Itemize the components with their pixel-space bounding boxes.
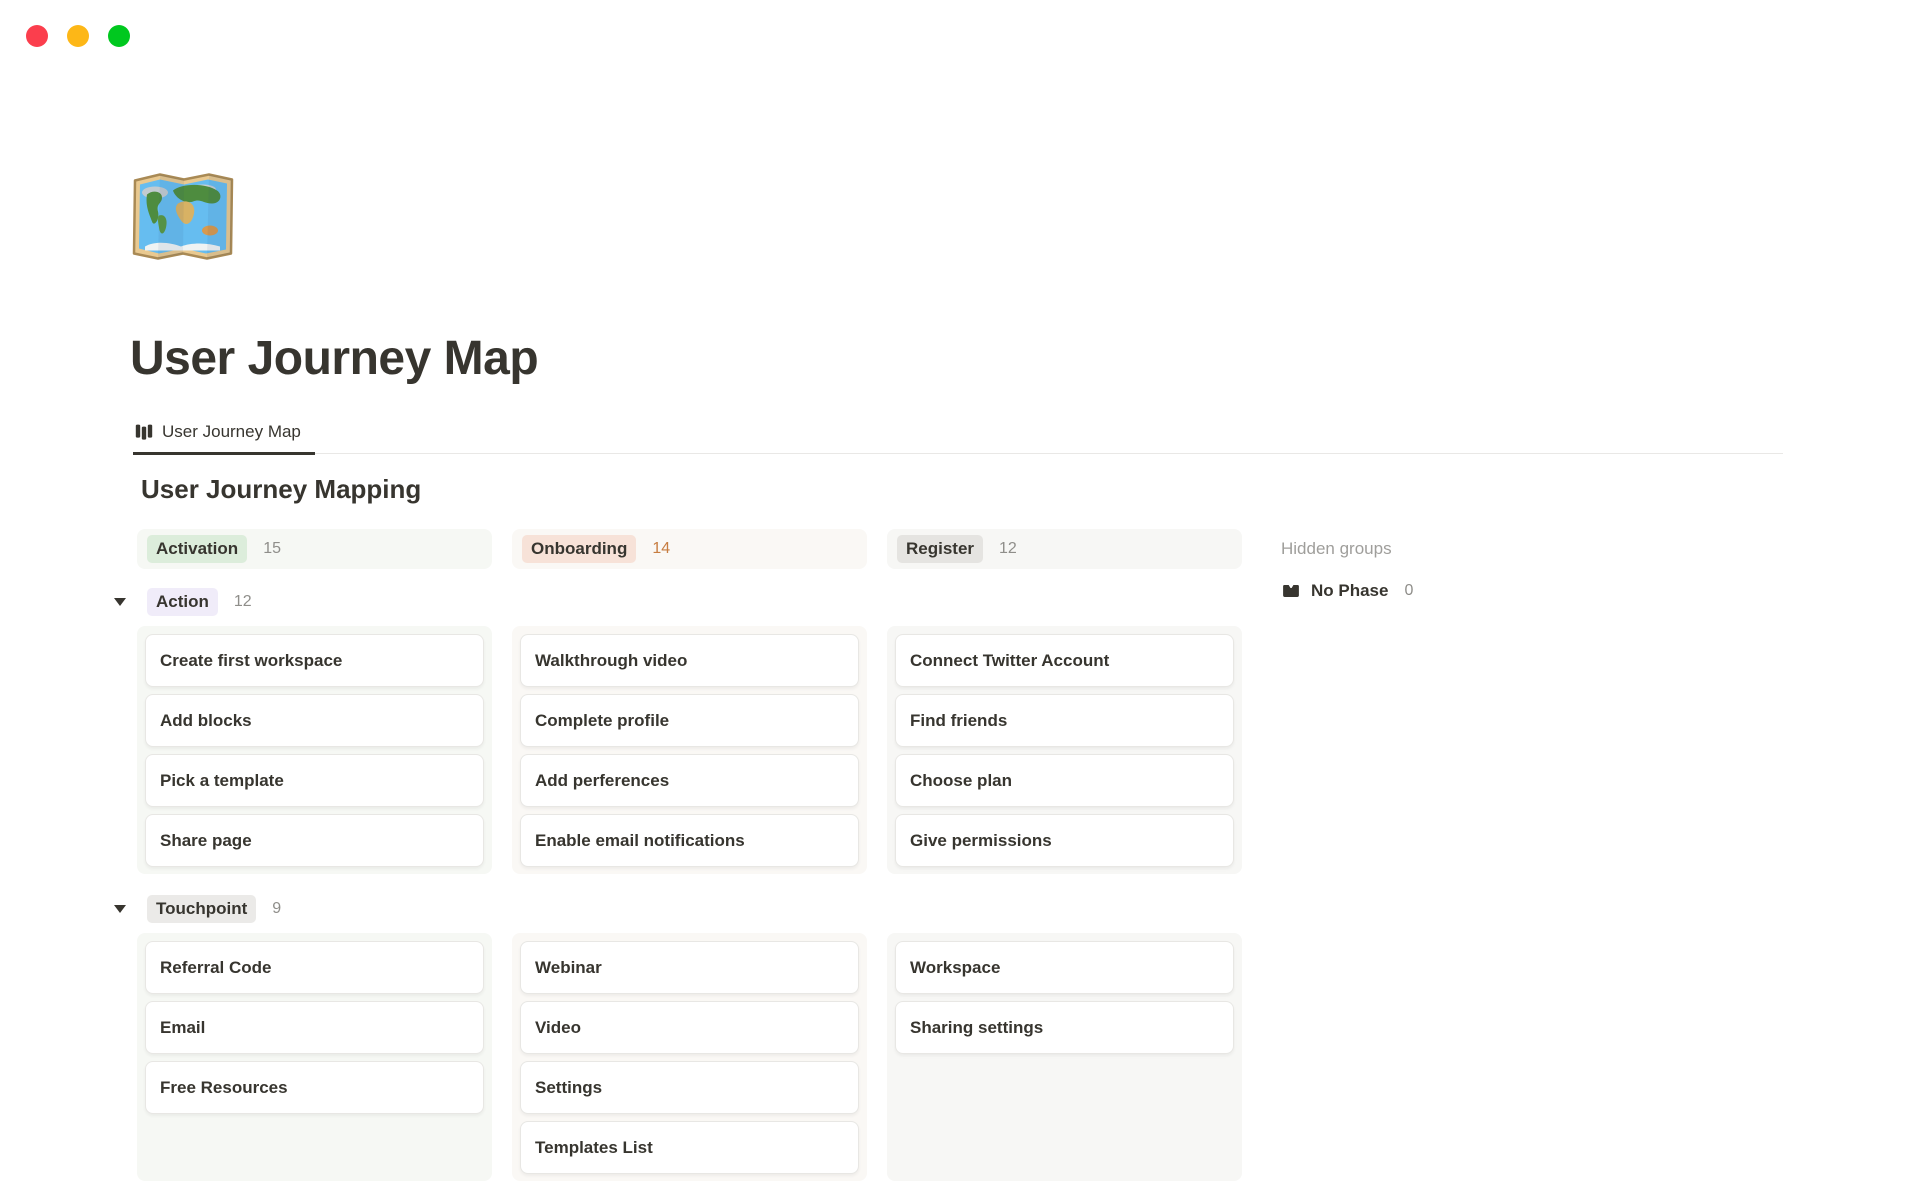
column-header-activation: Activation 15 bbox=[137, 529, 492, 569]
card[interactable]: Enable email notifications bbox=[520, 814, 859, 867]
tab-label: User Journey Map bbox=[162, 422, 301, 442]
card[interactable]: Connect Twitter Account bbox=[895, 634, 1234, 687]
group-badge-action[interactable]: Action bbox=[147, 588, 218, 616]
group-header-touchpoint: Touchpoint 9 bbox=[113, 895, 1247, 923]
card[interactable]: Video bbox=[520, 1001, 859, 1054]
collapse-triangle-icon[interactable] bbox=[113, 598, 127, 606]
card[interactable]: Add perferences bbox=[520, 754, 859, 807]
traffic-light-minimize[interactable] bbox=[67, 25, 89, 47]
traffic-light-zoom[interactable] bbox=[108, 25, 130, 47]
board-view-icon bbox=[135, 423, 153, 441]
page-title: User Journey Map bbox=[130, 331, 538, 386]
column-header-register: Register 12 bbox=[887, 529, 1242, 569]
card[interactable]: Pick a template bbox=[145, 754, 484, 807]
hidden-groups-panel: Hidden groups No Phase 0 bbox=[1281, 529, 1413, 606]
card[interactable]: Referral Code bbox=[145, 941, 484, 994]
card[interactable]: Choose plan bbox=[895, 754, 1234, 807]
card[interactable]: Free Resources bbox=[145, 1061, 484, 1114]
board-column-register: Workspace Sharing settings bbox=[887, 933, 1242, 1181]
inbox-icon bbox=[1281, 581, 1301, 601]
column-badge-onboarding[interactable]: Onboarding bbox=[522, 535, 636, 563]
column-badge-activation[interactable]: Activation bbox=[147, 535, 247, 563]
group-header-action: Action 12 bbox=[113, 588, 1247, 616]
hidden-groups-label: Hidden groups bbox=[1281, 529, 1413, 569]
window-controls bbox=[26, 25, 130, 47]
card[interactable]: Workspace bbox=[895, 941, 1234, 994]
card[interactable]: Find friends bbox=[895, 694, 1234, 747]
notion-window: User Journey Map User Journey Map User J… bbox=[0, 0, 1920, 1200]
page-icon-world-map[interactable] bbox=[131, 169, 235, 264]
card[interactable]: Settings bbox=[520, 1061, 859, 1114]
card[interactable]: Complete profile bbox=[520, 694, 859, 747]
column-header-onboarding: Onboarding 14 bbox=[512, 529, 867, 569]
card[interactable]: Templates List bbox=[520, 1121, 859, 1174]
group-count: 12 bbox=[234, 593, 252, 611]
board-column-register: Connect Twitter Account Find friends Choos… bbox=[887, 626, 1242, 874]
view-tabs: User Journey Map bbox=[133, 421, 1783, 454]
card[interactable]: Sharing settings bbox=[895, 1001, 1234, 1054]
hidden-group-no-phase[interactable]: No Phase 0 bbox=[1281, 576, 1413, 606]
world-map-icon bbox=[131, 169, 235, 264]
board: Activation 15 Onboarding 14 Register 12 Actio… bbox=[137, 529, 1247, 1181]
card[interactable]: Webinar bbox=[520, 941, 859, 994]
card[interactable]: Add blocks bbox=[145, 694, 484, 747]
group-count: 9 bbox=[272, 900, 281, 918]
card[interactable]: Share page bbox=[145, 814, 484, 867]
board-column-onboarding: Walkthrough video Complete profile Add per… bbox=[512, 626, 867, 874]
section-heading: User Journey Mapping bbox=[141, 474, 421, 505]
column-headers: Activation 15 Onboarding 14 Register 12 bbox=[137, 529, 1247, 569]
board-column-activation: Create first workspace Add blocks Pick a t… bbox=[137, 626, 492, 874]
card[interactable]: Give permissions bbox=[895, 814, 1234, 867]
group-columns-action: Create first workspace Add blocks Pick a t… bbox=[137, 626, 1247, 874]
column-badge-register[interactable]: Register bbox=[897, 535, 983, 563]
card[interactable]: Create first workspace bbox=[145, 634, 484, 687]
board-groups: Action 12 Create first workspace Add blocks… bbox=[137, 588, 1247, 1181]
hidden-group-count: 0 bbox=[1404, 582, 1413, 600]
card[interactable]: Email bbox=[145, 1001, 484, 1054]
collapse-triangle-icon[interactable] bbox=[113, 905, 127, 913]
column-count: 15 bbox=[263, 540, 281, 558]
card[interactable]: Walkthrough video bbox=[520, 634, 859, 687]
board-column-onboarding: Webinar Video Settings Templates List bbox=[512, 933, 867, 1181]
hidden-group-name: No Phase bbox=[1311, 581, 1388, 601]
group-badge-touchpoint[interactable]: Touchpoint bbox=[147, 895, 256, 923]
traffic-light-close[interactable] bbox=[26, 25, 48, 47]
column-count: 12 bbox=[999, 540, 1017, 558]
board-column-activation: Referral Code Email Free Resources bbox=[137, 933, 492, 1181]
tab-user-journey-map[interactable]: User Journey Map bbox=[133, 421, 315, 455]
column-count: 14 bbox=[652, 540, 670, 558]
group-columns-touchpoint: Referral Code Email Free Resources Webinar V… bbox=[137, 933, 1247, 1181]
